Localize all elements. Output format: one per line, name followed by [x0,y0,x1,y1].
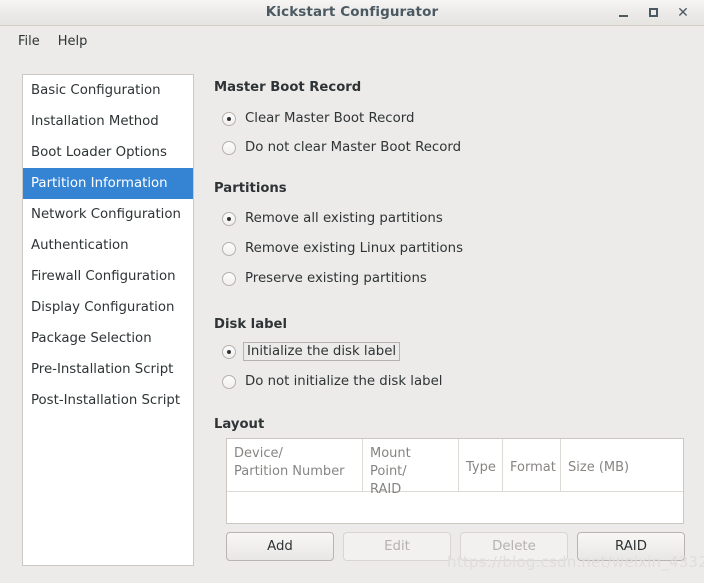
partition-layout-table[interactable]: Device/ Partition Number Mount Point/ RA… [226,438,684,524]
table-header-row: Device/ Partition Number Mount Point/ RA… [227,439,683,497]
close-icon: ✕ [677,4,689,21]
sidebar-item-partition-information[interactable]: Partition Information [23,168,193,199]
table-body-empty[interactable] [227,492,683,523]
kickstart-configurator-window: Kickstart Configurator ✕ File Help Basic… [0,0,704,583]
minimize-button[interactable] [608,0,638,25]
sidebar-item-firewall-configuration[interactable]: Firewall Configuration [23,261,193,292]
titlebar: Kickstart Configurator ✕ [0,0,704,26]
sidebar-item-network-configuration[interactable]: Network Configuration [23,199,193,230]
partition-information-panel: Master Boot Record Clear Master Boot Rec… [214,74,692,574]
sidebar-item-package-selection[interactable]: Package Selection [23,323,193,354]
watermark-text: https://blog.csdn.net/weixin_43323669 [447,553,704,571]
section-heading-layout: Layout [214,417,265,432]
radio-row-initialize-disk-label[interactable]: Initialize the disk label [214,341,401,362]
column-header-mount-point-raid: Mount Point/ RAID [363,439,459,497]
menu-item-help[interactable]: Help [49,31,97,52]
radio-row-clear-mbr[interactable]: Clear Master Boot Record [214,108,414,129]
sidebar-item-basic-configuration[interactable]: Basic Configuration [23,75,193,106]
radio-remove-linux-partitions-label: Remove existing Linux partitions [245,241,464,256]
radio-do-not-initialize-disk-label-indicator[interactable] [222,374,236,389]
sidebar-item-pre-installation-script[interactable]: Pre-Installation Script [23,354,193,385]
sidebar-navigation-list[interactable]: Basic Configuration Installation Method … [22,74,194,566]
edit-button[interactable]: Edit [343,532,451,561]
radio-row-remove-linux-partitions[interactable]: Remove existing Linux partitions [214,238,463,259]
sidebar-item-post-installation-script[interactable]: Post-Installation Script [23,385,193,416]
radio-row-do-not-initialize-disk-label[interactable]: Do not initialize the disk label [214,371,442,392]
section-heading-master-boot-record: Master Boot Record [214,80,362,95]
close-button[interactable]: ✕ [668,0,698,25]
radio-initialize-disk-label-indicator[interactable] [222,344,236,359]
column-header-type: Type [459,439,503,491]
radio-preserve-partitions-indicator[interactable] [222,271,236,286]
radio-preserve-partitions-label: Preserve existing partitions [245,271,427,286]
column-header-size-mb: Size (MB) [568,460,630,475]
radio-row-do-not-clear-mbr[interactable]: Do not clear Master Boot Record [214,137,461,158]
section-heading-partitions: Partitions [214,181,287,196]
radio-remove-linux-partitions-indicator[interactable] [222,241,236,256]
radio-row-preserve-partitions[interactable]: Preserve existing partitions [214,268,427,289]
window-title: Kickstart Configurator [265,4,439,20]
radio-clear-mbr-label: Clear Master Boot Record [245,111,415,126]
maximize-icon [648,8,658,17]
add-button[interactable]: Add [226,532,334,561]
column-header-format: Format [503,439,561,491]
sidebar-item-installation-method[interactable]: Installation Method [23,106,193,137]
sidebar-item-authentication[interactable]: Authentication [23,230,193,261]
window-controls: ✕ [608,0,698,25]
sidebar-item-display-configuration[interactable]: Display Configuration [23,292,193,323]
column-header-device-partition-number: Device/ Partition Number [227,439,363,491]
section-heading-disk-label: Disk label [214,317,288,332]
radio-row-remove-all-partitions[interactable]: Remove all existing partitions [214,208,443,229]
radio-do-not-initialize-disk-label-label: Do not initialize the disk label [245,374,443,389]
radio-do-not-clear-mbr-indicator[interactable] [222,140,236,155]
menu-item-file[interactable]: File [9,31,49,52]
radio-initialize-disk-label-label: Initialize the disk label [243,342,401,361]
radio-do-not-clear-mbr-label: Do not clear Master Boot Record [245,140,462,155]
radio-remove-all-partitions-indicator[interactable] [222,211,236,226]
radio-clear-mbr-indicator[interactable] [222,111,236,126]
sidebar-item-boot-loader-options[interactable]: Boot Loader Options [23,137,193,168]
radio-remove-all-partitions-label: Remove all existing partitions [245,211,443,226]
maximize-button[interactable] [638,0,668,25]
menubar: File Help [0,26,704,56]
minimize-icon [618,14,628,17]
